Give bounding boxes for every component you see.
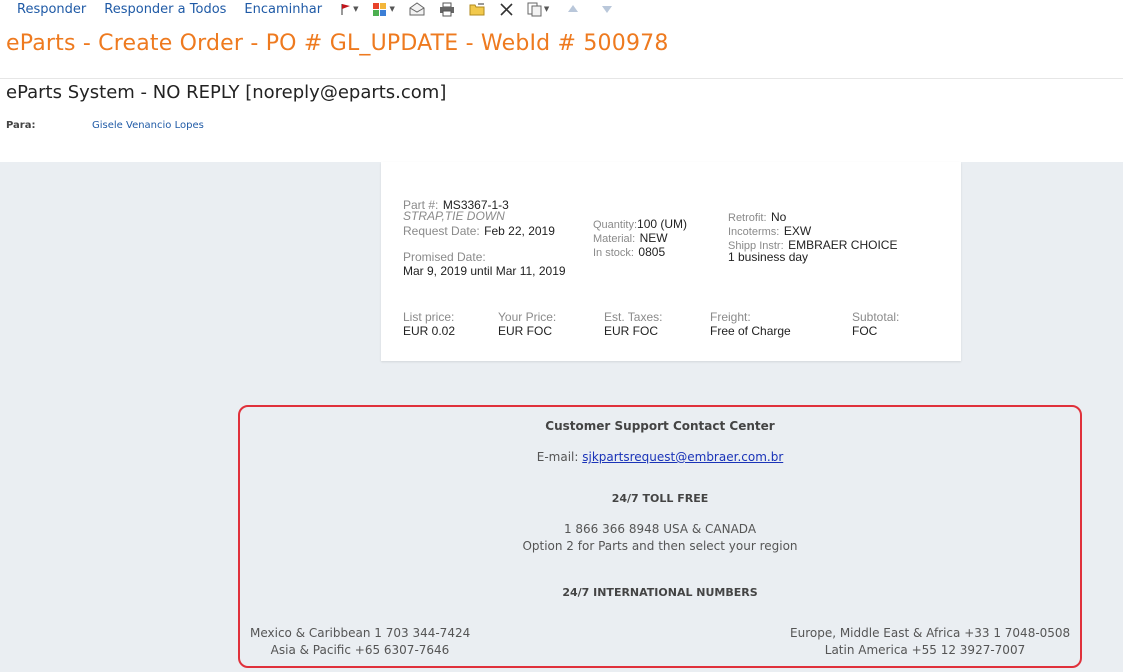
phone-asia-pacific: Asia & Pacific +65 6307-7646 [270,643,450,657]
header-divider [0,78,1123,79]
delete-button[interactable] [500,1,513,17]
freight-value: Free of Charge [710,324,791,338]
to-label: Para: [6,120,36,131]
stock-label: In stock: [593,247,634,259]
message-sender: eParts System - NO REPLY [noreply@eparts… [6,82,447,103]
chevron-down-icon: ▼ [543,5,550,13]
up-arrow-icon [568,5,579,12]
part-description: STRAP,TIE DOWN [403,209,505,223]
mark-read-button[interactable] [409,1,425,17]
shipping-extra: 1 business day [728,250,809,264]
email-label: E-mail: [536,450,579,464]
flag-button[interactable]: ▼ [340,1,358,17]
chevron-down-icon: ▼ [353,5,359,13]
taxes-label: Est. Taxes: [604,310,663,324]
promised-date-label: Promised Date: [403,250,486,264]
phone-latin-america: Latin America +55 12 3927-7007 [824,643,1026,657]
your-price-value: EUR FOC [498,324,552,338]
reading-pane-toolbar: Responder Responder a Todos Encaminhar ▼… [0,0,1123,18]
phone-europe-mea: Europe, Middle East & Africa +33 1 7048-… [790,626,1071,640]
reply-all-button[interactable]: Responder a Todos [104,2,226,17]
next-item-button[interactable] [601,1,613,17]
taxes-value: EUR FOC [604,324,658,338]
copy-icon [527,2,542,16]
down-arrow-icon [602,6,613,13]
list-price-value: EUR 0.02 [403,324,456,338]
print-button[interactable] [439,1,455,17]
envelope-icon [409,2,425,16]
copy-button[interactable]: ▼ [527,1,549,17]
move-button[interactable] [469,1,486,17]
categorize-icon [373,2,387,16]
previous-item-button[interactable] [567,1,579,17]
support-contact-center: Customer Support Contact Center E-mail: … [238,405,1082,668]
subtotal-value: FOC [852,324,878,338]
stock-value: 0805 [638,245,666,259]
international-title: 24/7 INTERNATIONAL NUMBERS [562,586,758,599]
reply-button[interactable]: Responder [17,2,86,17]
print-icon [439,2,454,16]
delete-icon [500,2,513,16]
forward-button[interactable]: Encaminhar [244,2,322,17]
list-price-label: List price: [403,310,455,324]
request-date-label: Request Date: [403,224,480,238]
support-email-link[interactable]: sjkpartsrequest@embraer.com.br [582,450,783,464]
flag-icon [341,4,351,15]
toll-free-option: Option 2 for Parts and then select your … [522,539,798,553]
phone-mexico-caribbean: Mexico & Caribbean 1 703 344-7424 [250,626,471,640]
order-card: Part #: MS3367-1-3 STRAP,TIE DOWN Reques… [381,162,961,361]
support-email-line: E-mail: sjkpartsrequest@embraer.com.br [240,450,1080,464]
to-recipient[interactable]: Gisele Venancio Lopes [92,120,204,131]
message-subject: eParts - Create Order - PO # GL_UPDATE -… [6,31,669,56]
promised-date: Mar 9, 2019 until Mar 11, 2019 [403,264,566,278]
your-price-label: Your Price: [498,310,557,324]
folder-icon [469,3,485,16]
request-date: Feb 22, 2019 [484,224,555,238]
support-title: Customer Support Contact Center [545,419,775,433]
toll-free-title: 24/7 TOLL FREE [611,492,709,505]
chevron-down-icon: ▼ [389,5,395,13]
freight-label: Freight: [710,310,751,324]
toll-free-number: 1 866 366 8948 USA & CANADA [563,522,757,536]
categorize-button[interactable]: ▼ [372,1,395,17]
subtotal-label: Subtotal: [852,310,900,324]
